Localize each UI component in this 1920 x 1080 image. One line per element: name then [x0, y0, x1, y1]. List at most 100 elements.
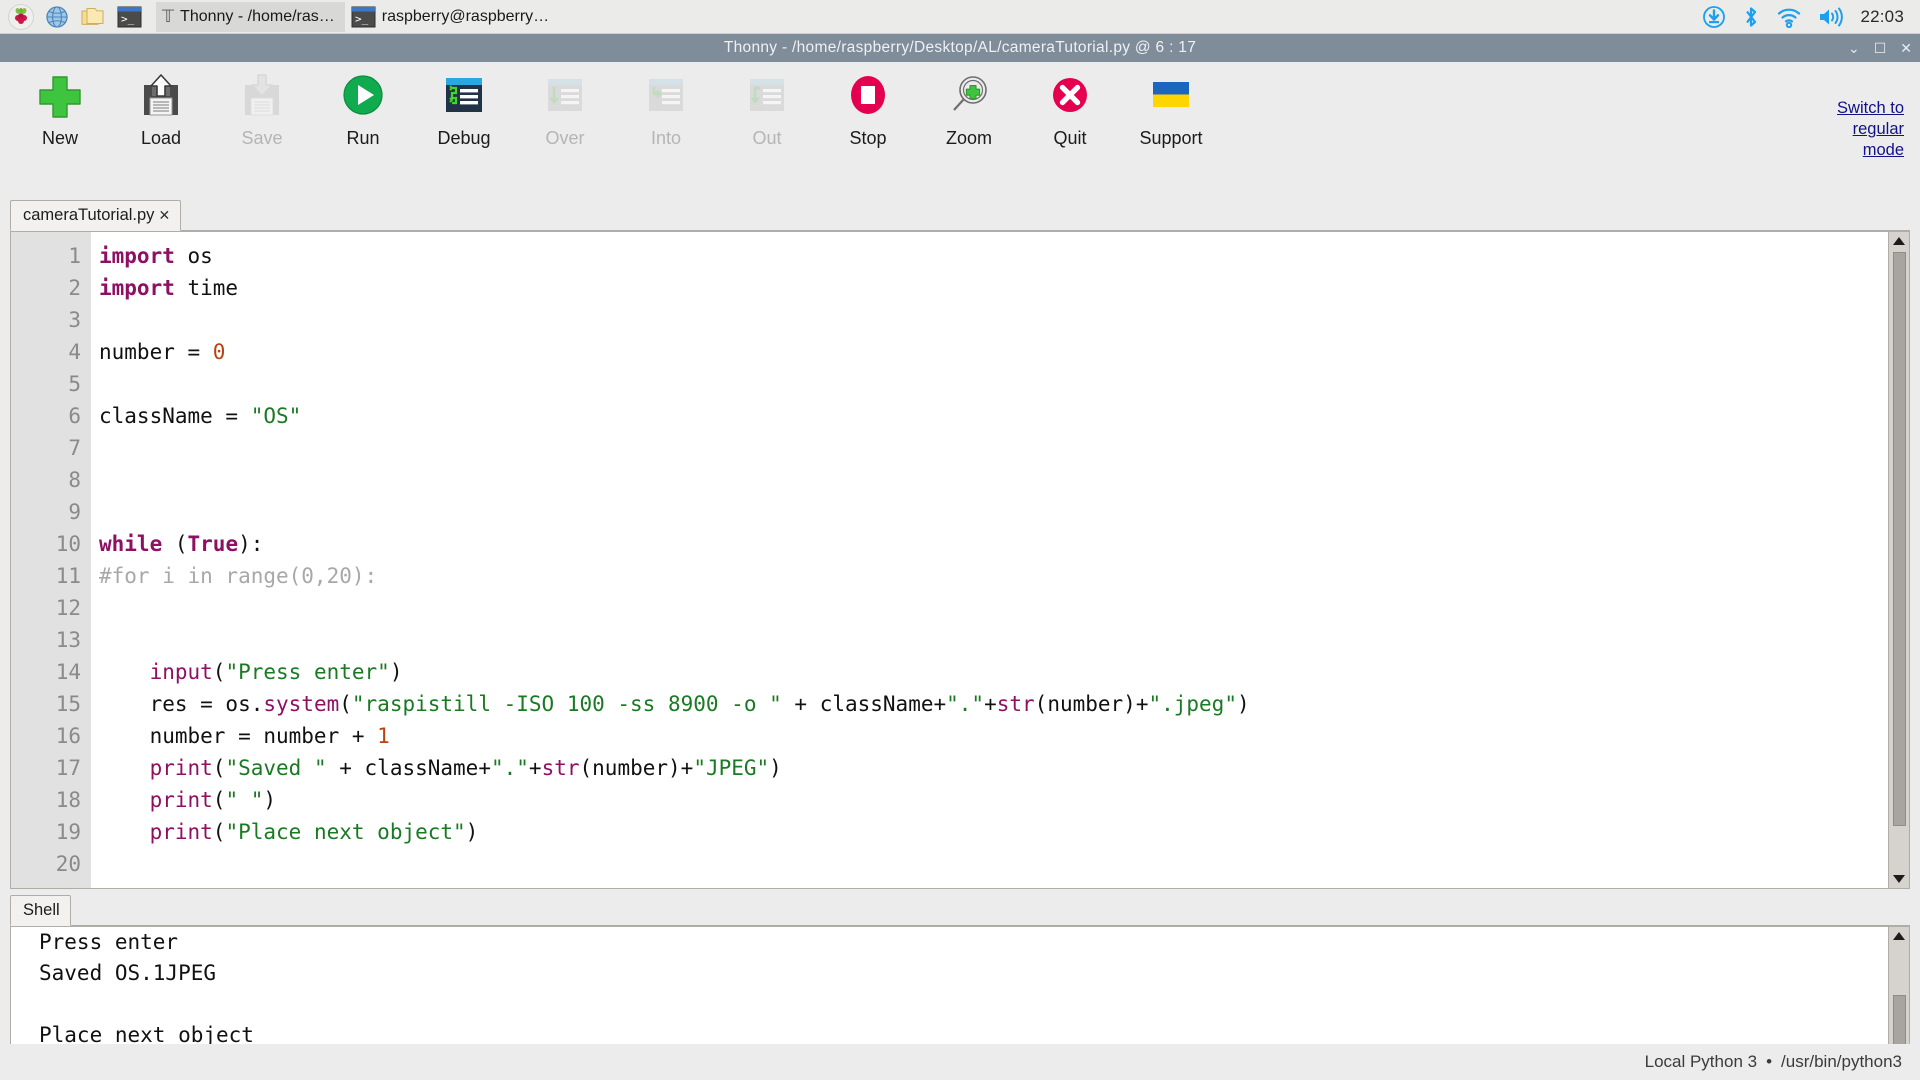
load-button[interactable]: Load	[121, 68, 201, 149]
line-number: 5	[68, 372, 81, 396]
save-button-label: Save	[241, 128, 283, 148]
shell-tab-label: Shell	[23, 901, 60, 919]
file-manager-icon	[80, 5, 106, 29]
run-button[interactable]: Run	[323, 68, 403, 149]
terminal-icon: >_	[351, 6, 376, 28]
wifi-icon[interactable]	[1776, 6, 1802, 28]
line-number: 10	[55, 532, 81, 556]
line-number: 14	[55, 660, 81, 684]
thonny-icon: 𝕋	[162, 6, 175, 26]
taskbar: >_ 𝕋 Thonny - /home/ras… >_ raspberry@ra…	[0, 0, 1920, 34]
web-browser-icon	[45, 5, 69, 29]
step-over-button[interactable]: Over	[525, 68, 605, 149]
web-browser-button[interactable]	[40, 2, 74, 32]
editor-tab-cameraTutorial[interactable]: cameraTutorial.py ✕	[10, 200, 182, 231]
volume-icon[interactable]	[1818, 6, 1844, 28]
step-into-button[interactable]: Into	[626, 68, 706, 149]
quit-button[interactable]: Quit	[1030, 68, 1110, 149]
line-number: 18	[55, 788, 81, 812]
line-number: 12	[55, 596, 81, 620]
line-number: 1	[68, 244, 81, 268]
editor-vertical-scrollbar[interactable]	[1888, 232, 1909, 888]
status-bar: Local Python 3 • /usr/bin/python3	[0, 1044, 1920, 1080]
stop-icon	[843, 68, 893, 126]
plus-icon	[35, 68, 85, 126]
debug-button[interactable]: Debug	[424, 68, 504, 149]
code-editor[interactable]: 1 2 3 4 5 6 7 8 9 10 11 12 13 14 15 16 17 18 19 20 import o…	[10, 231, 1910, 889]
line-number: 20	[55, 852, 81, 876]
line-number: 13	[55, 628, 81, 652]
maximize-button[interactable]: ☐	[1874, 41, 1887, 55]
stop-button[interactable]: Stop	[828, 68, 908, 149]
zoom-button-label: Zoom	[945, 128, 992, 148]
debug-button-label: Debug	[437, 128, 491, 148]
quit-button-label: Quit	[1053, 128, 1087, 148]
stop-button-label: Stop	[849, 128, 887, 148]
line-number: 8	[68, 468, 81, 492]
raspberry-menu-icon	[8, 3, 34, 30]
raspberry-menu-button[interactable]	[4, 2, 38, 32]
run-button-label: Run	[346, 128, 380, 148]
updates-icon[interactable]	[1702, 5, 1726, 29]
line-number: 7	[68, 436, 81, 460]
close-icon[interactable]: ✕	[158, 207, 170, 224]
line-number-gutter: 1 2 3 4 5 6 7 8 9 10 11 12 13 14 15 16 17 18 19 20	[11, 232, 91, 888]
magnifier-plus-icon	[944, 68, 994, 126]
terminal-launch-button[interactable]: >_	[112, 2, 146, 32]
window-controls: ⌄ ☐ ✕	[1848, 34, 1912, 62]
step-over-button-label: Over	[545, 128, 585, 148]
status-separator: •	[1766, 1052, 1773, 1071]
window-titlebar: Thonny - /home/raspberry/Desktop/AL/came…	[0, 34, 1920, 62]
switch-mode-line-3: mode	[1862, 141, 1904, 159]
floppy-up-icon	[136, 68, 186, 126]
step-out-icon	[742, 68, 792, 126]
play-icon	[338, 68, 388, 126]
file-manager-button[interactable]	[76, 2, 110, 32]
line-number: 11	[55, 564, 81, 588]
scroll-down-arrow-icon[interactable]	[1889, 870, 1910, 888]
switch-to-regular-mode-link[interactable]: Switch to regular mode	[1794, 98, 1904, 161]
switch-mode-line-1: Switch to	[1837, 99, 1904, 117]
close-button[interactable]: ✕	[1900, 41, 1912, 55]
taskbar-launchers: >_	[0, 2, 146, 32]
switch-mode-line-2: regular	[1852, 120, 1904, 138]
editor-tab-label: cameraTutorial.py	[23, 206, 155, 224]
bluetooth-icon[interactable]	[1742, 5, 1760, 29]
taskbar-window-terminal-label: raspberry@raspberry…	[381, 7, 550, 25]
system-tray: 22:03	[1702, 5, 1920, 29]
main-toolbar: New Load Save Run Debug Over Into Out St…	[0, 62, 1920, 166]
step-out-button[interactable]: Out	[727, 68, 807, 149]
line-number: 4	[68, 340, 81, 364]
thonny-window: Thonny - /home/raspberry/Desktop/AL/came…	[0, 34, 1920, 1080]
shell-tab[interactable]: Shell	[10, 895, 71, 926]
editor-panel: cameraTutorial.py ✕ 1 2 3 4 5 6 7 8 9 10 11 12 13 14 1…	[10, 199, 1910, 889]
window-title: Thonny - /home/raspberry/Desktop/AL/came…	[723, 39, 1197, 56]
line-number: 9	[68, 500, 81, 524]
step-into-button-label: Into	[650, 128, 682, 148]
taskbar-window-thonny[interactable]: 𝕋 Thonny - /home/ras…	[156, 1, 345, 32]
step-into-icon	[641, 68, 691, 126]
code-text[interactable]: import os import time number = 0 classNa…	[91, 232, 1888, 888]
ukraine-flag-icon	[1146, 68, 1196, 126]
taskbar-clock[interactable]: 22:03	[1860, 7, 1904, 27]
editor-scrollbar-thumb[interactable]	[1893, 252, 1906, 826]
support-button[interactable]: Support	[1131, 68, 1211, 149]
scroll-up-arrow-icon[interactable]	[1889, 232, 1910, 250]
taskbar-window-terminal[interactable]: >_ raspberry@raspberry…	[345, 2, 559, 32]
save-button[interactable]: Save	[222, 68, 302, 149]
line-number: 17	[55, 756, 81, 780]
status-interpreter-path[interactable]: /usr/bin/python3	[1781, 1052, 1902, 1072]
zoom-button[interactable]: Zoom	[929, 68, 1009, 149]
editor-tabstrip: cameraTutorial.py ✕	[10, 199, 1910, 231]
floppy-down-icon	[237, 68, 287, 126]
step-out-button-label: Out	[752, 128, 782, 148]
line-number: 6	[68, 404, 81, 428]
scroll-up-arrow-icon[interactable]	[1889, 927, 1910, 945]
shell-tabstrip: Shell	[10, 894, 1910, 926]
svg-text:>_: >_	[121, 12, 135, 25]
load-button-label: Load	[140, 128, 182, 148]
support-button-label: Support	[1139, 128, 1203, 148]
minimize-button[interactable]: ⌄	[1848, 41, 1860, 55]
status-interpreter[interactable]: Local Python 3	[1645, 1052, 1757, 1072]
new-button[interactable]: New	[20, 68, 100, 149]
